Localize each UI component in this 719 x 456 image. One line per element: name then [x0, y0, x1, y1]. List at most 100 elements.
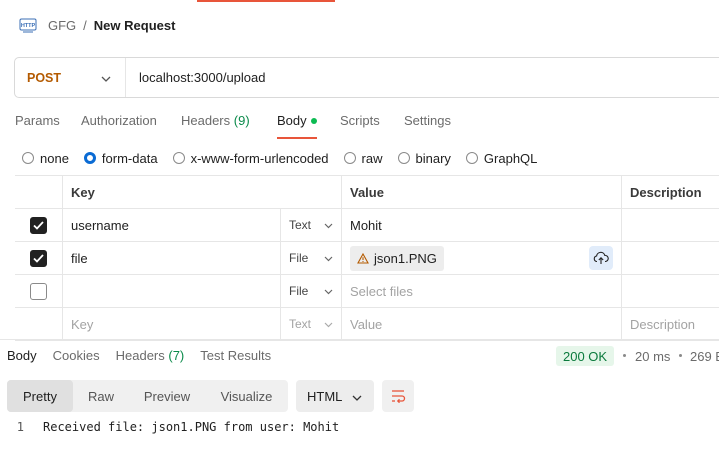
tab-authorization-label: Authorization	[81, 113, 157, 128]
warning-icon	[357, 252, 369, 264]
radio-none[interactable]: none	[22, 151, 69, 166]
radio-binary-label: binary	[415, 150, 451, 166]
response-tab-cookies[interactable]: Cookies	[53, 348, 100, 363]
radio-binary[interactable]: binary	[397, 150, 451, 166]
radio-button[interactable]	[22, 152, 34, 164]
column-header-description: Description	[621, 176, 719, 208]
radio-urlencoded[interactable]: x-www-form-urlencoded	[172, 151, 329, 166]
description-placeholder[interactable]: Description	[621, 308, 719, 340]
file-name: json1.PNG	[374, 250, 437, 266]
type-select[interactable]: Text	[280, 209, 341, 241]
check-icon	[33, 253, 44, 263]
tab-scripts[interactable]: Scripts	[340, 113, 380, 128]
chevron-down-icon	[101, 70, 111, 85]
tab-params-label: Params	[15, 113, 60, 128]
response-tab-test-results[interactable]: Test Results	[200, 348, 271, 363]
radio-button[interactable]	[343, 152, 356, 164]
radio-raw[interactable]: raw	[343, 150, 383, 166]
chevron-down-icon	[324, 218, 333, 232]
table-row: File Select files	[15, 275, 719, 308]
type-select[interactable]: Text	[280, 308, 341, 340]
body-indicator-dot	[310, 117, 317, 124]
language-select[interactable]: HTML	[296, 380, 374, 412]
radio-form-data[interactable]: form-data	[83, 151, 158, 166]
tab-headers-count: (9)	[233, 113, 250, 128]
svg-text:HTTP: HTTP	[21, 23, 36, 29]
tab-authorization[interactable]: Authorization	[81, 113, 157, 128]
key-cell[interactable]: file	[62, 242, 280, 274]
description-cell[interactable]	[621, 275, 719, 307]
radio-none-label: none	[40, 150, 69, 166]
language-label: HTML	[307, 388, 343, 404]
file-chip[interactable]: json1.PNG	[350, 245, 444, 271]
radio-button-selected[interactable]	[83, 152, 96, 164]
view-mode-group: Pretty Raw Preview Visualize	[7, 380, 288, 412]
header-check-cell	[15, 176, 62, 208]
tab-settings-label: Settings	[404, 113, 451, 128]
tab-params[interactable]: Params	[15, 113, 60, 128]
response-tabs: Body Cookies Headers (7) Test Results	[7, 348, 287, 363]
type-label: Text	[289, 317, 312, 331]
tab-body[interactable]: Body	[277, 113, 317, 139]
breadcrumb-collection[interactable]: GFG	[48, 18, 76, 33]
row-check-cell	[15, 209, 62, 241]
response-tab-headers[interactable]: Headers (7)	[116, 348, 185, 363]
view-preview-button[interactable]: Preview	[129, 380, 205, 412]
row-checkbox[interactable]	[30, 216, 47, 234]
tab-settings[interactable]: Settings	[404, 113, 451, 128]
wrap-lines-button[interactable]	[382, 380, 414, 412]
request-tabs: Params Authorization Headers (9) Body Sc…	[0, 108, 719, 139]
table-row-placeholder: Key Text Value Description	[15, 308, 719, 341]
check-icon	[33, 220, 44, 230]
key-cell[interactable]	[62, 275, 280, 307]
method-select[interactable]: POST	[15, 58, 126, 97]
radio-button[interactable]	[465, 152, 478, 164]
request-title[interactable]: New Request	[94, 18, 176, 33]
description-cell[interactable]	[621, 242, 719, 274]
view-visualize-button[interactable]: Visualize	[205, 380, 288, 412]
radio-graphql-label: GraphQL	[483, 150, 538, 166]
tab-body-label: Body	[277, 113, 307, 128]
radio-button[interactable]	[397, 152, 410, 164]
response-tab-body[interactable]: Body	[7, 348, 37, 363]
select-files-cell[interactable]: Select files	[341, 275, 621, 307]
value-cell[interactable]: Mohit	[341, 209, 621, 241]
breadcrumb-separator: /	[83, 17, 87, 33]
row-check-cell	[15, 275, 62, 307]
url-bar: POST localhost:3000/upload	[14, 57, 719, 98]
response-panel: Body Cookies Headers (7) Test Results 20…	[0, 339, 719, 456]
key-placeholder[interactable]: Key	[62, 308, 280, 340]
radio-raw-label: raw	[361, 150, 383, 166]
key-cell[interactable]: username	[62, 209, 280, 241]
type-select[interactable]: File	[280, 275, 341, 307]
line-number: 1	[16, 420, 24, 434]
type-label: Text	[289, 218, 312, 232]
row-check-cell	[15, 242, 62, 274]
active-tab-underline	[277, 137, 317, 139]
table-row: file File json1.PNG	[15, 242, 719, 275]
radio-button[interactable]	[172, 152, 185, 164]
row-check-cell	[15, 308, 62, 340]
response-body-text[interactable]: Received file: json1.PNG from user: Mohi…	[43, 420, 339, 434]
type-select[interactable]: File	[280, 242, 341, 274]
row-checkbox[interactable]	[30, 249, 47, 267]
type-label: File	[289, 251, 309, 265]
value-placeholder[interactable]: Value	[341, 308, 621, 340]
wrap-lines-icon	[392, 390, 406, 403]
value-cell: json1.PNG	[341, 242, 621, 274]
tab-headers[interactable]: Headers (9)	[181, 113, 250, 128]
form-data-table: Key Value Description username Text Mohi…	[15, 175, 719, 341]
row-checkbox[interactable]	[30, 282, 47, 300]
description-cell[interactable]	[621, 209, 719, 241]
url-input[interactable]: localhost:3000/upload	[126, 70, 266, 85]
response-time[interactable]: 20 ms	[635, 349, 670, 364]
response-tab-headers-label: Headers	[115, 348, 165, 363]
separator-dot	[623, 354, 626, 357]
response-size[interactable]: 269 B	[690, 349, 719, 364]
view-raw-button[interactable]: Raw	[73, 380, 129, 412]
view-pretty-button[interactable]: Pretty	[7, 380, 73, 412]
radio-graphql[interactable]: GraphQL	[465, 150, 538, 166]
upload-file-button[interactable]	[589, 246, 613, 270]
status-badge[interactable]: 200 OK	[556, 346, 615, 366]
method-label: POST	[27, 70, 62, 85]
